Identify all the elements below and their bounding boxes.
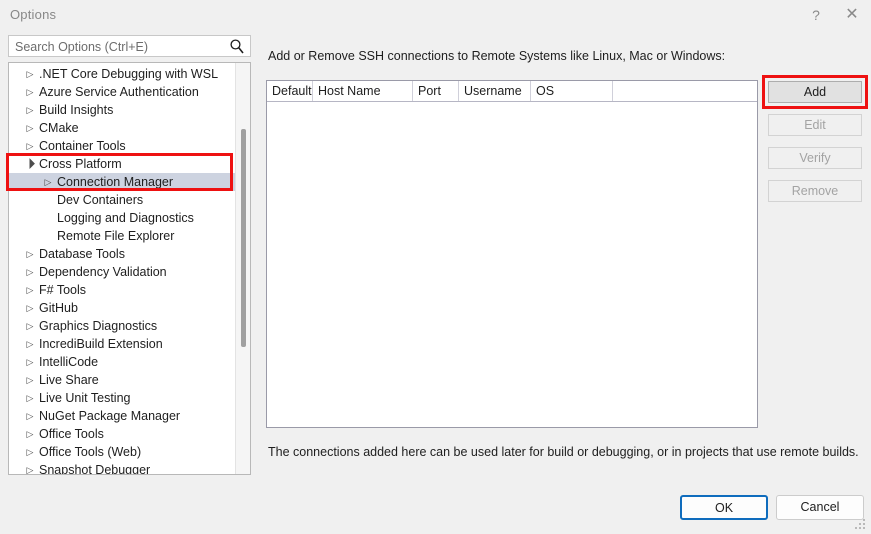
remove-button[interactable]: Remove [768,180,862,202]
tree-item-office-tools[interactable]: ▷ Office Tools [9,425,236,443]
tree-item-remote-file-explorer[interactable]: Remote File Explorer [9,227,236,245]
table-body[interactable] [267,102,757,427]
tree-item-nuget-package-manager[interactable]: ▷ NuGet Package Manager [9,407,236,425]
footer-note: The connections added here can be used l… [268,445,859,459]
tree-item-label: Connection Manager [57,175,174,189]
edit-button[interactable]: Edit [768,114,862,136]
table-header-blank[interactable] [613,81,757,101]
title-bar: Options ? ✕ [0,0,871,30]
chevron-right-icon[interactable]: ▷ [23,245,37,263]
tree-item-label: NuGet Package Manager [39,409,181,423]
options-tree-list: ▷ .NET Core Debugging with WSL ▷ Azure Serv… [9,65,236,475]
tree-item-label: Live Unit Testing [39,391,131,405]
add-button[interactable]: Add [768,81,862,103]
chevron-right-icon[interactable]: ▷ [23,299,37,317]
tree-item-label: Cross Platform [39,157,122,171]
verify-button[interactable]: Verify [768,147,862,169]
tree-item-live-unit-testing[interactable]: ▷ Live Unit Testing [9,389,236,407]
tree-item-label: IncrediBuild Extension [39,337,163,351]
connections-table[interactable]: Default Host Name Port Username OS [266,80,758,428]
chevron-down-icon[interactable]: ◢ [19,153,42,176]
tree-item-intellicode[interactable]: ▷ IntelliCode [9,353,236,371]
chevron-right-icon[interactable]: ▷ [23,443,37,461]
tree-item-label: Snapshot Debugger [39,463,151,475]
tree-item-snapshot-debugger[interactable]: ▷ Snapshot Debugger [9,461,236,475]
tree-item-dev-containers[interactable]: Dev Containers [9,191,236,209]
table-header-host-name[interactable]: Host Name [313,81,413,101]
tree-item-build-insights[interactable]: ▷ Build Insights [9,101,236,119]
chevron-right-icon[interactable]: ▷ [23,335,37,353]
tree-item-connection-manager[interactable]: ▷ Connection Manager [9,173,236,191]
window-title: Options [10,7,57,22]
tree-item-graphics-diagnostics[interactable]: ▷ Graphics Diagnostics [9,317,236,335]
tree-item-database-tools[interactable]: ▷ Database Tools [9,245,236,263]
tree-item-azure-service-authentication[interactable]: ▷ Azure Service Authentication [9,83,236,101]
tree-item-label: Logging and Diagnostics [57,211,194,225]
chevron-right-icon[interactable]: ▷ [23,371,37,389]
ok-button[interactable]: OK [680,495,768,520]
tree-item-github[interactable]: ▷ GitHub [9,299,236,317]
resize-grip[interactable] [855,519,867,531]
chevron-right-icon[interactable]: ▷ [23,137,37,155]
tree-item-f-tools[interactable]: ▷ F# Tools [9,281,236,299]
tree-item-label: Dev Containers [57,193,144,207]
tree-item-cmake[interactable]: ▷ CMake [9,119,236,137]
chevron-right-icon[interactable]: ▷ [23,65,37,83]
chevron-right-icon[interactable]: ▷ [23,389,37,407]
chevron-right-icon[interactable]: ▷ [23,119,37,137]
tree-item-incredibuild-extension[interactable]: ▷ IncrediBuild Extension [9,335,236,353]
chevron-right-icon[interactable]: ▷ [23,263,37,281]
cancel-button[interactable]: Cancel [776,495,864,520]
tree-item-label: Office Tools (Web) [39,445,142,459]
chevron-right-icon[interactable]: ▷ [23,407,37,425]
close-icon[interactable]: ✕ [834,0,870,30]
chevron-right-icon[interactable]: ▷ [23,83,37,101]
tree-item-label: CMake [39,121,79,135]
chevron-right-icon[interactable]: ▷ [23,425,37,443]
tree-item-label: Database Tools [39,247,125,261]
tree-item-label: GitHub [39,301,78,315]
chevron-right-icon[interactable]: ▷ [23,101,37,119]
tree-item-label: F# Tools [39,283,87,297]
chevron-right-icon[interactable]: ▷ [23,317,37,335]
tree-item-label: Office Tools [39,427,104,441]
table-header-default[interactable]: Default [267,81,313,101]
tree-item-logging-and-diagnostics[interactable]: Logging and Diagnostics [9,209,236,227]
tree-item-label: Build Insights [39,103,114,117]
table-header-username[interactable]: Username [459,81,531,101]
tree-scrollbar-thumb[interactable] [241,129,246,347]
tree-scrollbar[interactable] [235,63,250,474]
tree-item-cross-platform[interactable]: ◢ Cross Platform [9,155,236,173]
chevron-right-icon[interactable]: ▷ [23,281,37,299]
table-header-port[interactable]: Port [413,81,459,101]
tree-item-label: Remote File Explorer [57,229,175,243]
tree-item-net-core-debugging-with-wsl[interactable]: ▷ .NET Core Debugging with WSL [9,65,236,83]
search-input[interactable] [15,39,220,55]
search-icon [229,38,245,55]
chevron-right-icon[interactable]: ▷ [23,461,37,474]
chevron-right-icon[interactable]: ▷ [23,353,37,371]
tree-item-label: Live Share [39,373,99,387]
help-icon[interactable]: ? [798,0,834,30]
search-box[interactable] [8,35,251,57]
tree-item-dependency-validation[interactable]: ▷ Dependency Validation [9,263,236,281]
tree-item-label: IntelliCode [39,355,99,369]
table-header-row: Default Host Name Port Username OS [267,81,757,102]
pane-description: Add or Remove SSH connections to Remote … [268,49,726,63]
tree-item-office-tools-web[interactable]: ▷ Office Tools (Web) [9,443,236,461]
tree-item-label: Azure Service Authentication [39,85,199,99]
tree-item-label: Graphics Diagnostics [39,319,158,333]
tree-item-container-tools[interactable]: ▷ Container Tools [9,137,236,155]
tree-item-label: .NET Core Debugging with WSL [39,67,219,81]
options-tree-panel[interactable]: ▷ .NET Core Debugging with WSL ▷ Azure Serv… [8,62,251,475]
tree-item-label: Container Tools [39,139,126,153]
chevron-right-icon[interactable]: ▷ [41,173,55,191]
table-header-os[interactable]: OS [531,81,613,101]
tree-item-label: Dependency Validation [39,265,167,279]
tree-item-live-share[interactable]: ▷ Live Share [9,371,236,389]
